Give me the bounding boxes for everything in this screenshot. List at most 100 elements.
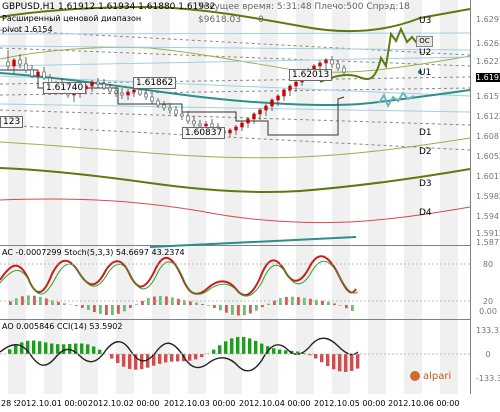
ac-bar [225,305,228,313]
ac-bar [27,295,30,305]
ao-bar [56,344,59,354]
ao-bar [212,350,215,354]
ao-bar [254,341,257,354]
candle-body [169,108,172,110]
indicator-title: Расширенный ценовой диапазон [2,14,141,23]
price-label-left: 123 [0,116,23,128]
ao-bar [260,344,263,354]
x-axis-label: 2012.10.01 00:00 [16,399,87,408]
y-axis-tick: 1.59475 [476,212,500,221]
ac-bar [147,298,150,305]
candle-body [205,124,208,126]
ac-bar [123,305,126,311]
ac-bar [231,305,234,315]
candle-body [109,88,112,91]
candle-body [343,68,346,72]
ac-bar [327,302,330,305]
ao-bar [170,354,173,362]
oc-badge: OC [416,36,433,47]
candle-body [187,116,190,121]
ao-bar [344,354,347,372]
cci-axis-top: 133.33 [476,326,500,335]
candle-body [295,82,298,86]
x-axis-label: 2012.10.03 00:00 [164,399,235,408]
ac-bar [9,301,12,305]
ao-bar [356,354,359,369]
candle-body [127,92,130,95]
ac-bar [279,298,282,305]
alpari-logo: alpari [410,371,451,382]
ac-bar [339,305,342,306]
candle-body [103,84,106,88]
ao-bar [320,354,323,362]
ac-bar [219,305,222,310]
candle-body [115,91,118,93]
candle-body [271,100,274,106]
ac-bar [63,303,66,305]
level-u1: U1 [419,68,431,78]
price-label-p4: 1.60837 [182,127,225,139]
ao-bar [314,354,317,358]
cci-axis-zero: 0 [476,350,500,359]
candle-body [91,82,94,86]
x-axis-label: 2012.10.06 00:00 [388,399,459,408]
y-axis-tick: 1.58775 [476,238,500,247]
candle-body [259,110,262,114]
candle-body [139,90,142,94]
ac-bar [15,298,18,305]
ac-bar [345,305,348,308]
candle-body [277,96,280,100]
ao-bar [110,354,113,359]
ao-bar [92,346,95,354]
price-label-p2: 1.61862 [133,77,176,89]
candle-body [175,110,178,114]
ao-bar [122,354,125,367]
candle-body [193,121,196,124]
ac-bar [33,296,36,305]
candle-body [289,86,292,90]
cci-axis-bottom: -133.33 [476,374,500,383]
brand-text: alpari [423,371,451,382]
ao-bar [62,344,65,354]
ac-bar [243,305,246,315]
candle-body [283,90,286,96]
ao-bar [128,354,131,369]
candle-body [133,90,136,92]
chart-root: GBPUSD,H1 1.61912 1.61934 1.61880 1.6193… [0,0,500,408]
candle-body [229,130,232,133]
ao-bar [86,344,89,354]
ac-bar [189,301,192,305]
level-d4: D4 [419,208,432,218]
candle-body [319,63,322,66]
ac-bar [213,305,216,308]
balance-label: $9618.03 [198,15,241,25]
ao-bar [332,354,335,369]
ao-bar [188,354,191,361]
ao-bar [350,354,353,371]
candle-body [151,97,154,101]
x-axis-label: 2012.10.05 00:00 [314,399,385,408]
price-label-p3: 1.62013 [289,69,332,81]
ac-bar [201,304,204,305]
pivot-label: pivot 1.6154 [2,25,53,34]
ao-bar [38,341,41,354]
ac-bar [237,305,240,316]
ac-bar [159,296,162,305]
ao-bar [272,348,275,354]
level-u2: U2 [419,48,431,58]
ac-bar [207,305,210,306]
symbol-ohlc-label: GBPUSD,H1 1.61912 1.61934 1.61880 1.6193… [2,2,215,12]
ao-bar [278,350,281,354]
ao-bar [140,354,143,369]
ac-bar [111,305,114,315]
ao-bar [20,342,23,354]
ao-bar [224,341,227,354]
ac-bar [93,305,96,312]
main-chart-canvas [0,0,500,408]
alpari-logo-icon [410,371,420,381]
ao-bar [50,344,53,354]
stoch-axis-0: 0.00 [476,307,500,316]
ac-bar [261,305,264,307]
candle-body [157,101,160,105]
ac-bar [267,304,270,305]
